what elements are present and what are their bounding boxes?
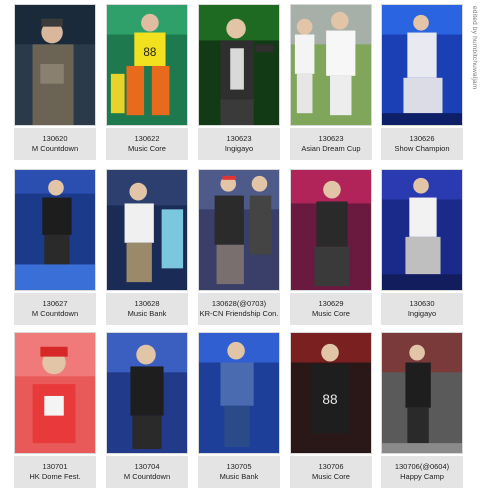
date-label: 130706(@0604) [394, 462, 450, 471]
photo-card[interactable]: 130627 M Countdown [14, 169, 96, 329]
date-label: 130701 [42, 462, 68, 471]
photo-card[interactable]: 130705 Music Bank [198, 332, 280, 492]
photo-caption: 130701 HK Dome Fest. [14, 456, 96, 488]
photo-caption: 130622 Music Core [106, 128, 188, 160]
performance-photo[interactable] [381, 169, 463, 291]
performance-photo[interactable]: 88 [106, 4, 188, 126]
date-label: 130620 [42, 134, 68, 143]
show-label: HK Dome Fest. [29, 472, 81, 481]
performance-photo[interactable] [106, 169, 188, 291]
show-label: Ingigayo [407, 309, 437, 318]
show-label: Show Champion [394, 144, 450, 153]
photo-card[interactable]: 130623 Ingigayo [198, 4, 280, 164]
performance-photo[interactable]: 88 [290, 332, 372, 454]
date-label: 130626 [409, 134, 435, 143]
photo-caption: 130626 Show Champion [381, 128, 463, 160]
photo-card[interactable]: 130630 Ingigayo [381, 169, 463, 329]
photo-card[interactable]: 130704 M Countdown [106, 332, 188, 492]
show-label: Music Bank [219, 472, 259, 481]
photo-caption: 130620 M Countdown [14, 128, 96, 160]
date-label: 130705 [226, 462, 252, 471]
photo-caption: 130628(@0703) KR-CN Friendship Con. [198, 293, 280, 325]
performance-photo[interactable] [381, 332, 463, 454]
photo-caption: 130706(@0604) Happy Camp [381, 456, 463, 488]
show-label: Music Core [312, 309, 350, 318]
photo-caption: 130706 Music Core [290, 456, 372, 488]
show-label: M Countdown [123, 472, 171, 481]
photo-card[interactable]: 88 130622 Music Core [106, 4, 188, 164]
photo-card[interactable]: 130701 HK Dome Fest. [14, 332, 96, 492]
performance-photo[interactable] [198, 169, 280, 291]
show-label: Music Core [128, 144, 166, 153]
photo-card[interactable]: 130628 Music Bank [106, 169, 188, 329]
performance-photo[interactable] [290, 4, 372, 126]
photo-caption: 130629 Music Core [290, 293, 372, 325]
date-label: 130704 [134, 462, 160, 471]
photo-card[interactable]: 130706(@0604) Happy Camp [381, 332, 463, 492]
performance-photo[interactable] [14, 169, 96, 291]
photo-caption: 130628 Music Bank [106, 293, 188, 325]
date-label: 130706 [318, 462, 344, 471]
date-label: 130623 [318, 134, 344, 143]
date-label: 130623 [226, 134, 252, 143]
performance-photo[interactable] [381, 4, 463, 126]
performance-photo[interactable] [14, 4, 96, 126]
svg-text:88: 88 [143, 46, 156, 59]
photo-caption: 130704 M Countdown [106, 456, 188, 488]
date-label: 130629 [318, 299, 344, 308]
photo-card[interactable]: 130628(@0703) KR-CN Friendship Con. [198, 169, 280, 329]
photo-card[interactable]: 88 130706 Music Core [290, 332, 372, 492]
photo-card[interactable]: 130620 M Countdown [14, 4, 96, 164]
date-label: 130630 [409, 299, 435, 308]
photo-caption: 130623 Ingigayo [198, 128, 280, 160]
show-label: Music Core [312, 472, 350, 481]
performance-photo[interactable] [290, 169, 372, 291]
date-label: 130628 [134, 299, 160, 308]
photo-caption: 130630 Ingigayo [381, 293, 463, 325]
show-label: Happy Camp [400, 472, 444, 481]
photo-caption: 130623 Asian Dream Cup [290, 128, 372, 160]
photo-card[interactable]: 130629 Music Core [290, 169, 372, 329]
show-label: M Countdown [31, 144, 79, 153]
performance-photo[interactable] [198, 332, 280, 454]
show-label: Ingigayo [224, 144, 254, 153]
show-label: M Countdown [31, 309, 79, 318]
performance-photo[interactable] [106, 332, 188, 454]
performance-photo[interactable] [198, 4, 280, 126]
photo-grid: 130620 M Countdown 88 130622 Music Core [0, 0, 466, 493]
performance-photo[interactable] [14, 332, 96, 454]
show-label: Asian Dream Cup [301, 144, 361, 153]
date-label: 130627 [42, 299, 68, 308]
watermark: edited by humbitchuwaljam [471, 6, 478, 90]
photo-caption: 130705 Music Bank [198, 456, 280, 488]
date-label: 130622 [134, 134, 160, 143]
photo-caption: 130627 M Countdown [14, 293, 96, 325]
show-label: Music Bank [127, 309, 167, 318]
date-label: 130628(@0703) [211, 299, 267, 308]
show-label: KR-CN Friendship Con. [199, 309, 279, 318]
photo-card[interactable]: 130626 Show Champion [381, 4, 463, 164]
svg-text:88: 88 [322, 392, 338, 407]
photo-card[interactable]: 130623 Asian Dream Cup [290, 4, 372, 164]
